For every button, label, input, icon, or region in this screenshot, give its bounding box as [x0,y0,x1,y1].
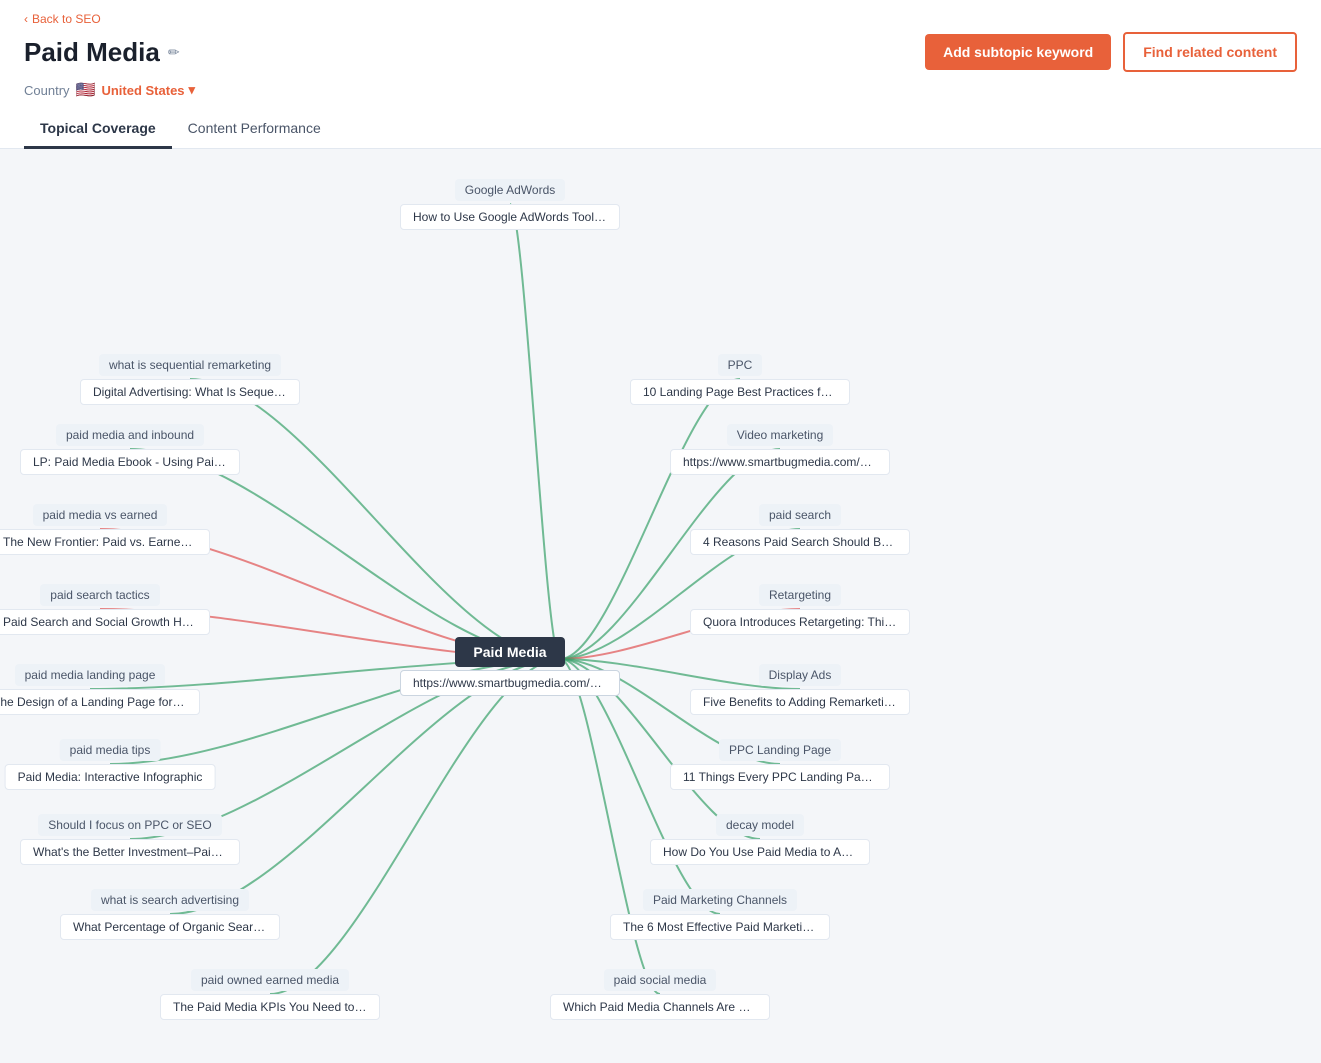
tab-topical-coverage[interactable]: Topical Coverage [24,110,172,149]
add-subtopic-button[interactable]: Add subtopic keyword [925,34,1111,70]
topic-chip-paid-owned-earned: paid owned earned media [191,969,349,991]
node-display-ads[interactable]: Display Ads Five Benefits to Adding Remar… [690,664,910,715]
country-flag: 🇺🇸 [76,80,96,100]
center-topic-chip: Paid Media [455,637,564,667]
content-chip-paid-social-media: Which Paid Media Channels Are Best fo... [550,994,770,1020]
topic-chip-what-is-seq-remarketing: what is sequential remarketing [99,354,281,376]
content-chip-paid-media-and-inbound: LP: Paid Media Ebook - Using Paid Medi..… [20,449,240,475]
title-left: Paid Media ✏ [24,37,180,68]
chevron-down-icon: ▾ [189,82,196,98]
topic-chip-paid-media-tips: paid media tips [60,739,161,761]
node-paid-media-and-inbound[interactable]: paid media and inbound LP: Paid Media Ebo… [20,424,240,475]
topic-chip-paid-social-media: paid social media [604,969,717,991]
content-chip-google-adwords: How to Use Google AdWords Tools to R... [400,204,620,230]
node-ppc-landing-page[interactable]: PPC Landing Page 11 Things Every PPC Land… [670,739,890,790]
topic-chip-paid-search: paid search [759,504,841,526]
center-content-chip: https://www.smartbugmedia.com/paid-... [400,670,620,696]
topic-chip-retargeting: Retargeting [759,584,841,606]
content-chip-paid-search: 4 Reasons Paid Search Should Be Part o..… [690,529,910,555]
topic-chip-paid-media-and-inbound: paid media and inbound [56,424,204,446]
node-focus-ppc-seo[interactable]: Should I focus on PPC or SEO What's the B… [20,814,240,865]
page-title: Paid Media [24,37,160,68]
content-chip-paid-media-tips: Paid Media: Interactive Infographic [5,764,216,790]
topic-chip-google-adwords: Google AdWords [455,179,566,201]
content-chip-what-is-seq-remarketing: Digital Advertising: What Is Sequential … [80,379,300,405]
content-chip-ppc-landing-page: 11 Things Every PPC Landing Page Needs [670,764,890,790]
tab-bar: Topical Coverage Content Performance [24,110,1297,148]
node-paid-search-tactics[interactable]: paid search tactics Paid Search and Socia… [0,584,210,635]
node-decay-model[interactable]: decay model How Do You Use Paid Media to … [650,814,870,865]
content-chip-paid-owned-earned: The Paid Media KPIs You Need to Be M... [160,994,380,1020]
content-chip-decay-model: How Do You Use Paid Media to Acceler... [650,839,870,865]
center-node[interactable]: Paid Media https://www.smartbugmedia.com… [400,637,620,696]
topic-chip-focus-ppc-seo: Should I focus on PPC or SEO [38,814,221,836]
node-paid-marketing-channels[interactable]: Paid Marketing Channels The 6 Most Effect… [610,889,830,940]
topic-chip-paid-search-tactics: paid search tactics [40,584,159,606]
find-related-content-button[interactable]: Find related content [1123,32,1297,72]
node-paid-media-landing-page[interactable]: paid media landing page The Design of a L… [0,664,200,715]
content-chip-what-search-advertising: What Percentage of Organic Search Sh... [60,914,280,940]
country-selector[interactable]: United States ▾ [101,82,195,98]
topic-chip-video-marketing: Video marketing [727,424,834,446]
topic-chip-ppc-landing-page: PPC Landing Page [719,739,841,761]
back-arrow-icon: ‹ [24,12,28,26]
node-paid-owned-earned[interactable]: paid owned earned media The Paid Media KP… [160,969,380,1020]
node-retargeting[interactable]: Retargeting Quora Introduces Retargeting:… [690,584,910,635]
node-paid-media-tips[interactable]: paid media tips Paid Media: Interactive I… [5,739,216,790]
back-link[interactable]: ‹ Back to SEO [24,12,1297,26]
content-chip-paid-marketing-channels: The 6 Most Effective Paid Marketing Ch..… [610,914,830,940]
main-content: Paid Media https://www.smartbugmedia.com… [0,149,1321,1029]
topic-chip-paid-media-vs-earned: paid media vs earned [33,504,168,526]
node-paid-social-media[interactable]: paid social media Which Paid Media Channe… [550,969,770,1020]
edit-icon[interactable]: ✏ [168,44,180,61]
mind-map: Paid Media https://www.smartbugmedia.com… [20,169,1301,1009]
topic-chip-ppc: PPC [718,354,763,376]
page-header: ‹ Back to SEO Paid Media ✏ Add subtopic … [0,0,1321,149]
title-row: Paid Media ✏ Add subtopic keyword Find r… [24,32,1297,72]
node-what-search-advertising[interactable]: what is search advertising What Percentag… [60,889,280,940]
node-google-adwords[interactable]: Google AdWords How to Use Google AdWords … [400,179,620,230]
node-what-is-seq-remarketing[interactable]: what is sequential remarketing Digital Ad… [80,354,300,405]
topic-chip-what-search-advertising: what is search advertising [91,889,249,911]
content-chip-paid-media-landing-page: The Design of a Landing Page for Your ..… [0,689,200,715]
topic-chip-paid-marketing-channels: Paid Marketing Channels [643,889,797,911]
topic-chip-decay-model: decay model [716,814,804,836]
content-chip-paid-search-tactics: Paid Search and Social Growth Hacking ..… [0,609,210,635]
country-row: Country 🇺🇸 United States ▾ [24,80,1297,100]
node-paid-media-vs-earned[interactable]: paid media vs earned The New Frontier: Pa… [0,504,210,555]
content-chip-paid-media-vs-earned: The New Frontier: Paid vs. Earned Media [0,529,210,555]
tab-content-performance[interactable]: Content Performance [172,110,337,149]
node-ppc[interactable]: PPC 10 Landing Page Best Practices for PP… [630,354,850,405]
country-label: Country [24,83,70,98]
node-paid-search[interactable]: paid search 4 Reasons Paid Search Should … [690,504,910,555]
content-chip-display-ads: Five Benefits to Adding Remarketing to .… [690,689,910,715]
content-chip-focus-ppc-seo: What's the Better Investment–Paid Sear..… [20,839,240,865]
node-video-marketing[interactable]: Video marketing https://www.smartbugmedia… [670,424,890,475]
content-chip-video-marketing: https://www.smartbugmedia.com/blog... [670,449,890,475]
content-chip-ppc: 10 Landing Page Best Practices for PPC .… [630,379,850,405]
topic-chip-display-ads: Display Ads [759,664,842,686]
content-chip-retargeting: Quora Introduces Retargeting: This We... [690,609,910,635]
title-right: Add subtopic keyword Find related conten… [925,32,1297,72]
topic-chip-paid-media-landing-page: paid media landing page [15,664,166,686]
